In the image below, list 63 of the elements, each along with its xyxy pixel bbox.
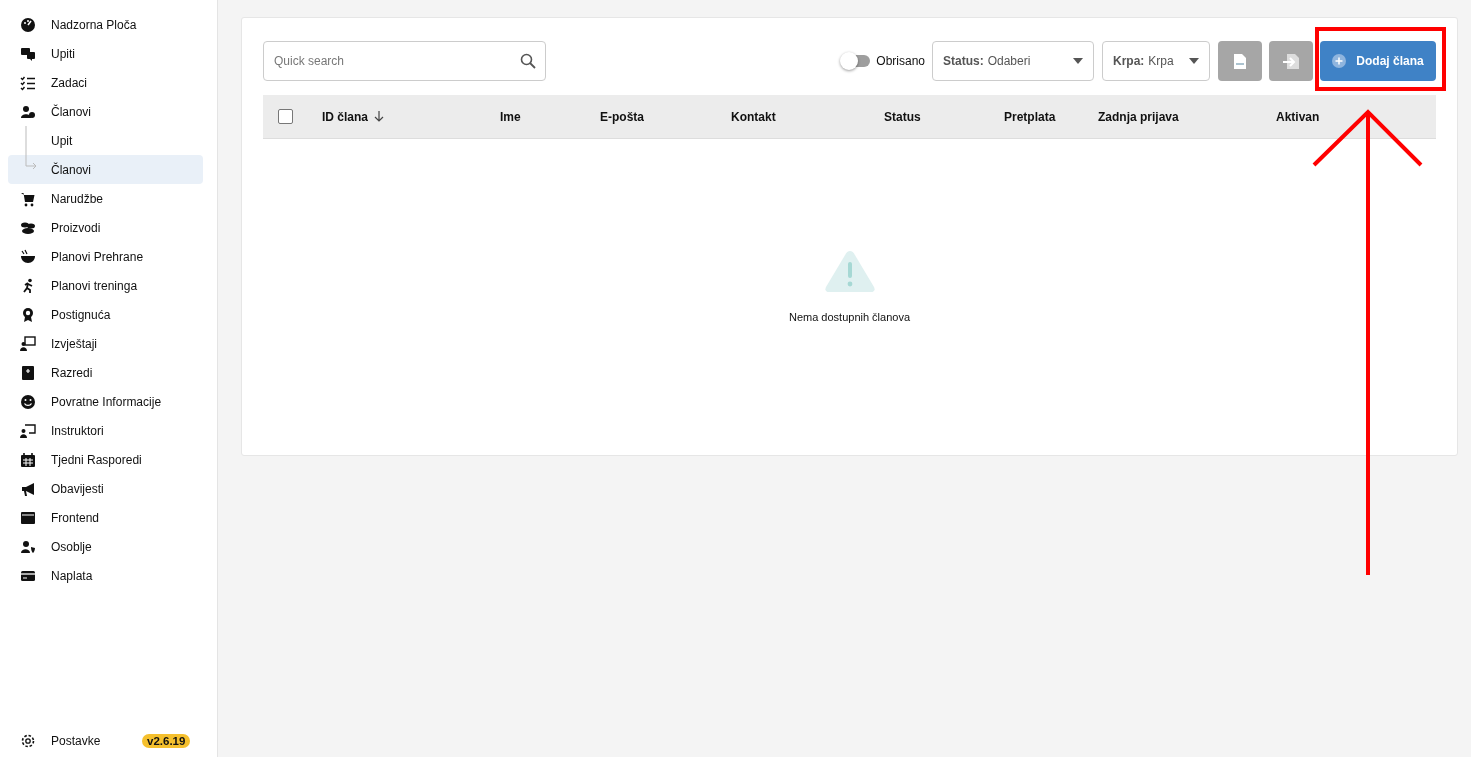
- column-header[interactable]: E-pošta: [600, 109, 644, 124]
- select-all-checkbox[interactable]: [278, 109, 293, 124]
- search-icon[interactable]: [520, 53, 536, 69]
- bowl-icon: [20, 248, 36, 265]
- column-header[interactable]: ID člana: [322, 109, 369, 124]
- sidebar-item[interactable]: Upiti: [8, 39, 203, 68]
- sidebar-item[interactable]: Frontend: [8, 503, 203, 532]
- megaphone-icon: [20, 480, 36, 497]
- csv-file-icon: [1233, 52, 1247, 70]
- sidebar-item[interactable]: Planovi treninga: [8, 271, 203, 300]
- sidebar-item[interactable]: Instruktori: [8, 416, 203, 445]
- sidebar-item[interactable]: Razredi: [8, 358, 203, 387]
- version-badge: v2.6.19: [142, 733, 191, 748]
- search-field[interactable]: Quick search: [263, 41, 546, 81]
- sidebar-item[interactable]: Narudžbe: [8, 184, 203, 213]
- caret-icon: [1189, 58, 1199, 64]
- user-shield-icon: [20, 538, 36, 555]
- sidebar-item[interactable]: Osoblje: [8, 532, 203, 561]
- window-icon: [20, 509, 36, 526]
- settings-link[interactable]: Postavke: [51, 733, 142, 748]
- settings-icon[interactable]: [20, 732, 36, 749]
- checklist-icon: [20, 74, 36, 91]
- calendar-icon: [20, 451, 36, 468]
- sidebar-item[interactable]: Izvještaji: [8, 329, 203, 358]
- filter-dropdown[interactable]: Krpa: Krpa: [1102, 41, 1210, 81]
- column-header[interactable]: Zadnja prijava: [1098, 109, 1179, 124]
- sidebar-item[interactable]: Proizvodi: [8, 213, 203, 242]
- plus-icon: [1332, 54, 1347, 68]
- file-arrow-icon: [1282, 52, 1300, 70]
- column-header[interactable]: Ime: [500, 109, 521, 124]
- sidebar-item[interactable]: Upit: [8, 126, 203, 155]
- sidebar-item[interactable]: Povratne Informacije: [8, 387, 203, 416]
- caret-icon: [1073, 58, 1083, 64]
- sidebar-item[interactable]: Nadzorna Ploča: [8, 10, 203, 39]
- warning-icon: [823, 249, 876, 293]
- empty-message: Nema dostupnih članova: [788, 311, 911, 323]
- users-icon: [20, 103, 36, 120]
- chat-icon: [20, 45, 36, 62]
- medal-icon: [20, 306, 36, 323]
- add-member-button[interactable]: Dodaj člana: [1320, 41, 1436, 81]
- tree-connector: [24, 126, 38, 170]
- sidebar-item[interactable]: Naplata: [8, 561, 203, 590]
- toggle-switch[interactable]: [842, 55, 871, 67]
- cart-icon: [20, 190, 36, 207]
- sidebar-item[interactable]: Članovi: [8, 97, 203, 126]
- sidebar-item[interactable]: Članovi: [8, 155, 203, 184]
- column-header[interactable]: Kontakt: [731, 109, 776, 124]
- presentation-icon: [20, 335, 36, 352]
- column-header[interactable]: Aktivan: [1276, 109, 1320, 124]
- sidebar-item[interactable]: Zadaci: [8, 68, 203, 97]
- toggle-label: Obrisano: [876, 54, 925, 68]
- smiley-icon: [20, 393, 36, 410]
- sidebar-item[interactable]: Planovi Prehrane: [8, 242, 203, 271]
- sidebar-item[interactable]: Tjedni Rasporedi: [8, 445, 203, 474]
- teacher-icon: [20, 422, 36, 439]
- book-icon: [20, 364, 36, 381]
- sort-arrow-icon[interactable]: [374, 111, 385, 122]
- column-header[interactable]: Pretplata: [1004, 109, 1056, 124]
- filter-dropdown[interactable]: Status: Odaberi: [932, 41, 1094, 81]
- column-header[interactable]: Status: [884, 109, 921, 124]
- sidebar-item[interactable]: Postignuća: [8, 300, 203, 329]
- gauge-icon: [20, 16, 36, 33]
- sidebar-item[interactable]: Obavijesti: [8, 474, 203, 503]
